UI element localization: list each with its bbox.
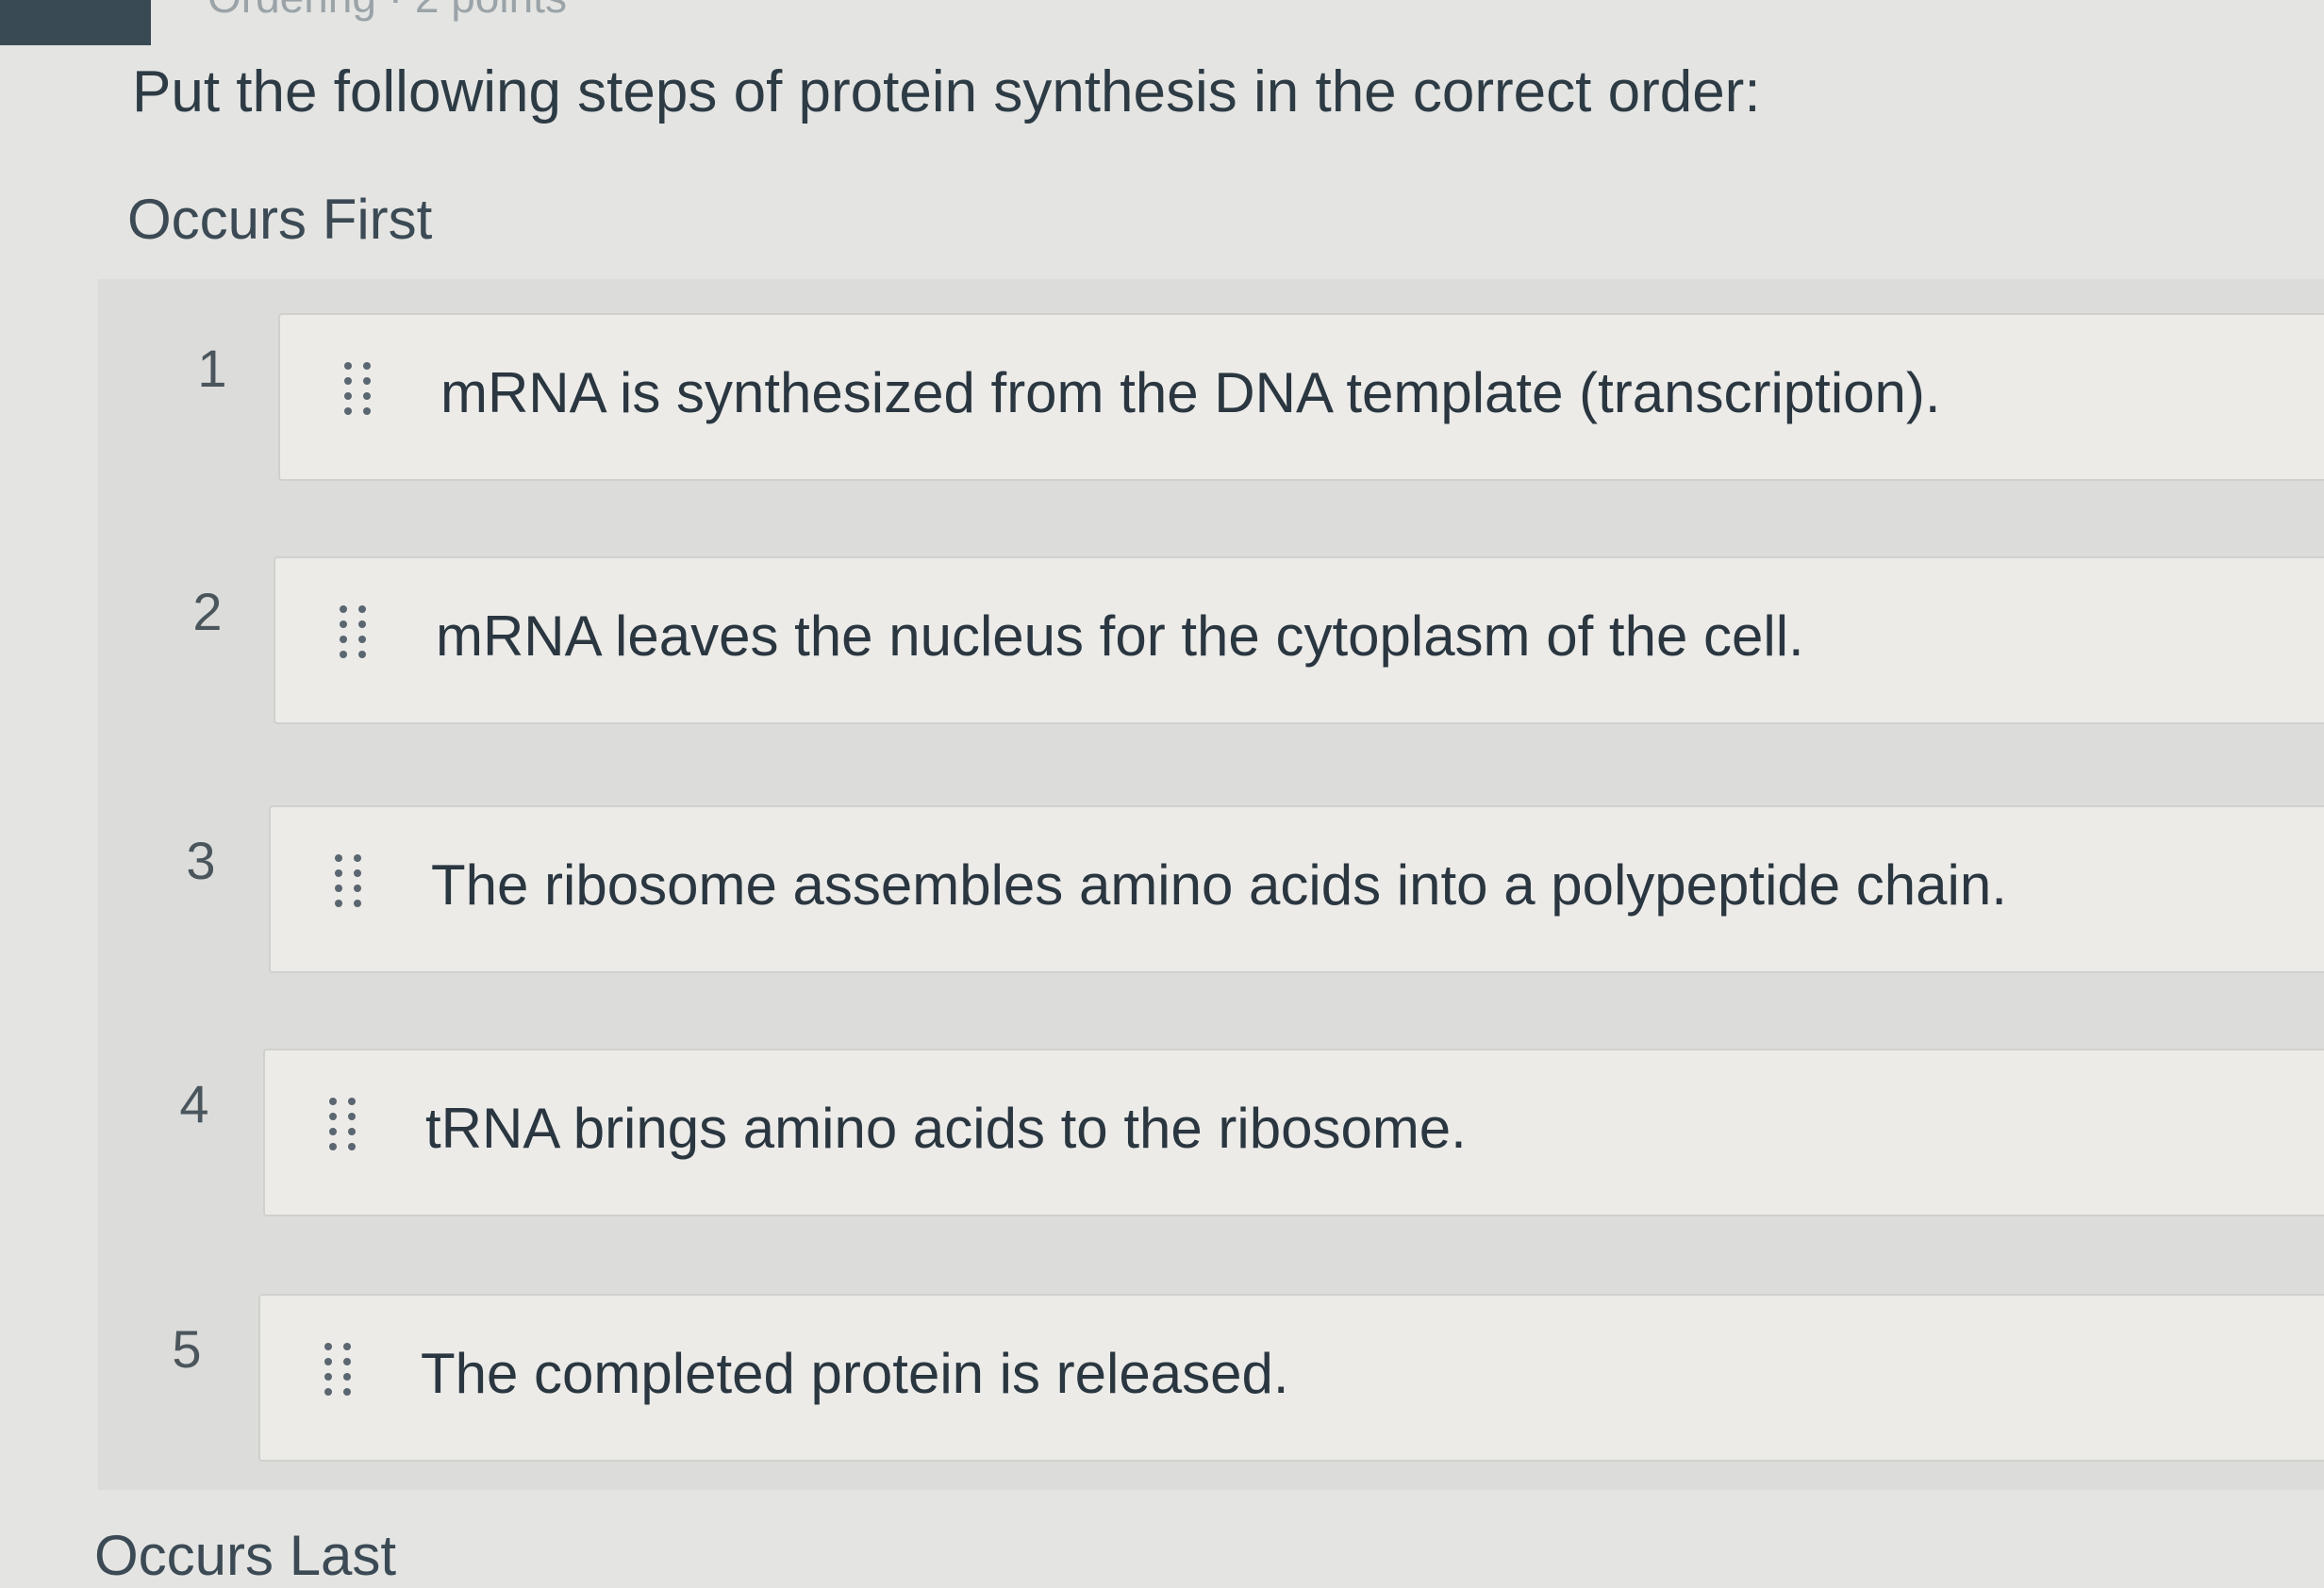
grip-dots-icon[interactable] — [340, 360, 374, 428]
top-tab — [0, 0, 151, 45]
item-text: The ribosome assembles amino acids into … — [431, 853, 2007, 917]
ordering-row-2: 2 mRNA leaves the nucleus for the cytopl… — [0, 526, 2324, 724]
draggable-item-3[interactable]: The ribosome assembles amino acids into … — [269, 805, 2324, 973]
order-number: 4 — [179, 1074, 209, 1133]
order-number: 1 — [197, 339, 227, 398]
occurs-first-label: Occurs First — [127, 188, 433, 251]
draggable-item-5[interactable]: The completed protein is released. — [258, 1294, 2324, 1462]
grip-dots-icon[interactable] — [336, 604, 370, 671]
draggable-item-1[interactable]: mRNA is synthesized from the DNA templat… — [278, 313, 2324, 481]
question-prompt: Put the following steps of protein synth… — [132, 59, 1761, 124]
item-text: mRNA leaves the nucleus for the cytoplas… — [436, 604, 1804, 668]
order-number: 5 — [172, 1319, 202, 1379]
ordering-row-1: 1 mRNA is synthesized from the DNA templ… — [0, 283, 2324, 481]
draggable-item-4[interactable]: tRNA brings amino acids to the ribosome. — [263, 1049, 2324, 1216]
order-number: 2 — [192, 582, 223, 641]
item-text: tRNA brings amino acids to the ribosome. — [425, 1097, 1467, 1160]
grip-dots-icon[interactable] — [325, 1096, 359, 1164]
occurs-last-label: Occurs Last — [94, 1524, 397, 1587]
question-points-header: Ordering · 2 points — [208, 0, 567, 23]
order-number: 3 — [186, 831, 216, 890]
grip-dots-icon[interactable] — [321, 1341, 355, 1409]
ordering-row-5: 5 The completed protein is released. — [0, 1264, 2324, 1462]
item-text: The completed protein is released. — [421, 1342, 1289, 1405]
ordering-row-3: 3 The ribosome assembles amino acids int… — [0, 775, 2324, 973]
draggable-item-2[interactable]: mRNA leaves the nucleus for the cytoplas… — [274, 556, 2324, 724]
ordering-row-4: 4 tRNA brings amino acids to the ribosom… — [0, 1018, 2324, 1216]
item-text: mRNA is synthesized from the DNA templat… — [440, 361, 1941, 424]
grip-dots-icon[interactable] — [331, 852, 365, 920]
